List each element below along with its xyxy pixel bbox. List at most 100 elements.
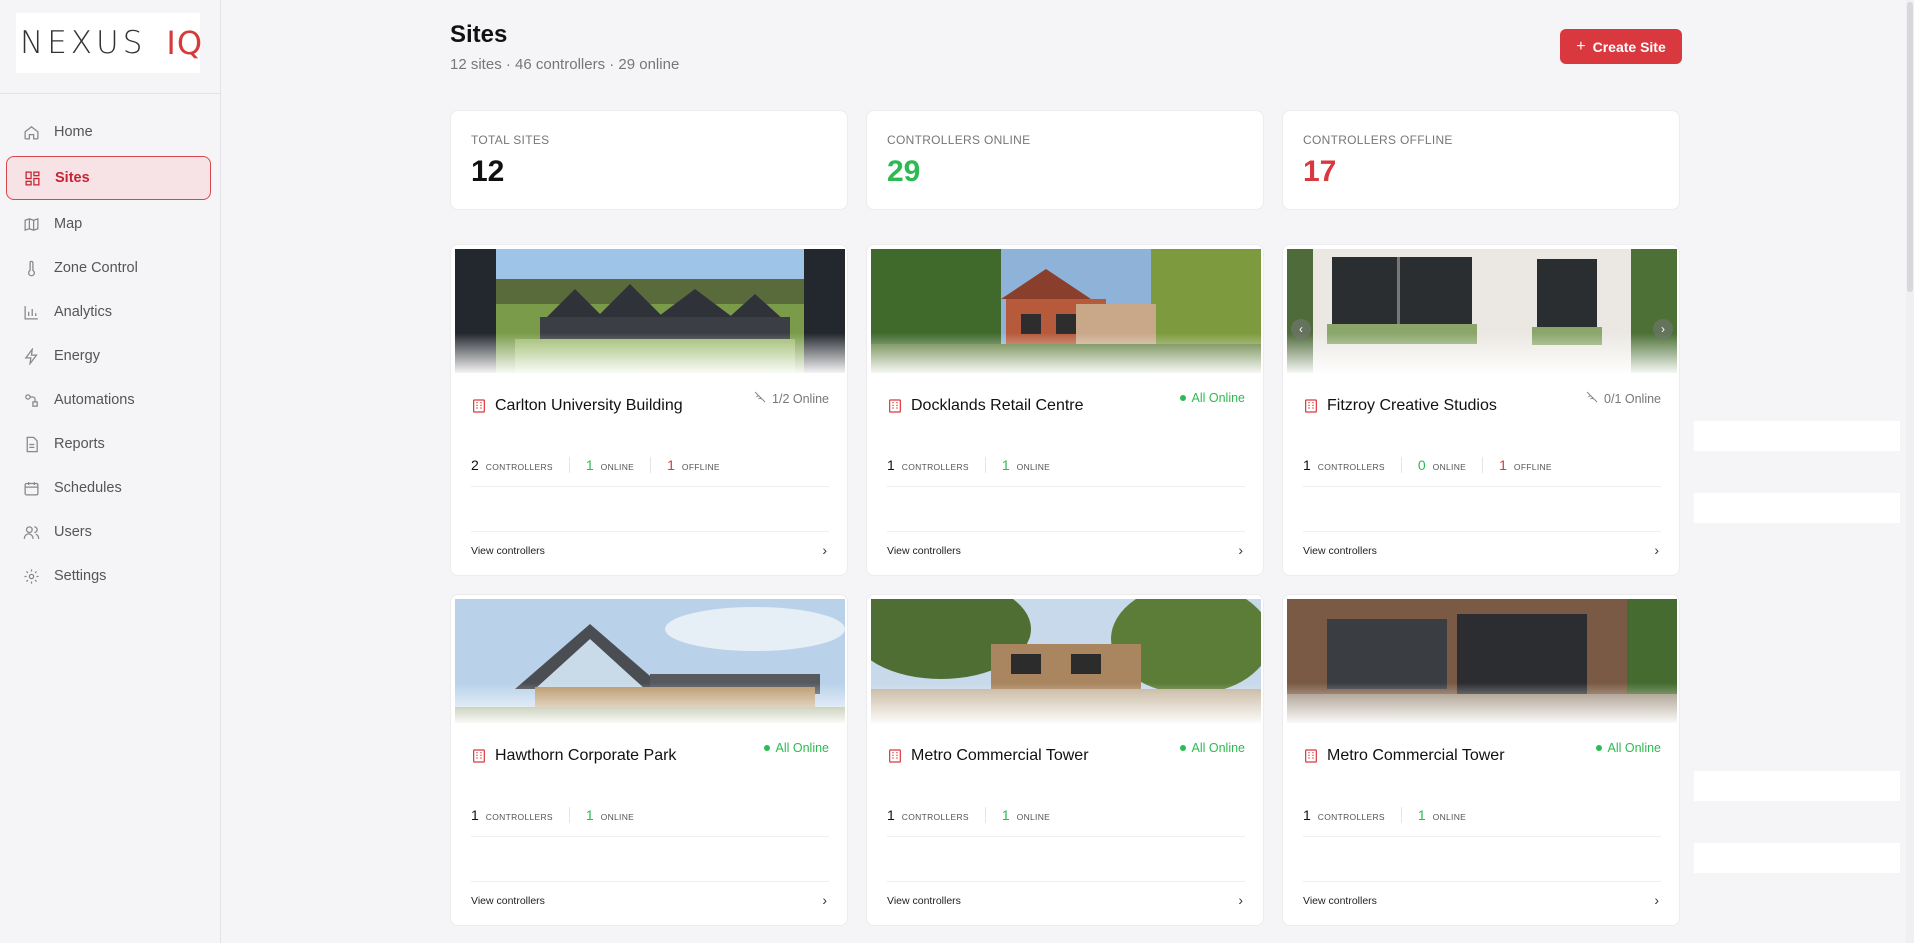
site-card[interactable]: ‹ › Fitzroy Creative Studios 0/1 Online … [1282,244,1680,576]
sidebar-item-label: Energy [54,348,100,364]
sidebar-item-automations[interactable]: Automations [6,378,211,422]
sidebar-item-map[interactable]: Map [6,202,211,246]
online-dot-icon [1179,745,1186,751]
plus-icon: + [1576,37,1586,55]
site-name[interactable]: Fitzroy Creative Studios [1327,397,1497,415]
sidebar-item-label: Schedules [54,480,122,496]
sidebar-item-label: Home [54,124,93,140]
logo-nexus-text: NEXUS [20,25,147,61]
chevron-right-icon[interactable]: › [1238,542,1243,558]
site-metrics: 1 CONTROLLERS 1 ONLINE [471,807,666,823]
sidebar-item-analytics[interactable]: Analytics [6,290,211,334]
site-status: All Online [763,741,829,755]
metric-value: 1 [1499,457,1507,473]
stat-value: 12 [471,155,505,188]
chevron-right-icon[interactable]: › [822,542,827,558]
view-controllers-link[interactable]: View controllers [471,545,545,557]
metric-value: 1 [585,807,594,823]
thermometer-icon [22,259,40,277]
site-card[interactable]: Metro Commercial Tower All Online 1 CONTR… [1282,594,1680,926]
scrollbar-thumb[interactable] [1907,2,1913,292]
chevron-right-icon[interactable]: › [822,892,827,908]
chevron-right-icon[interactable]: › [1654,542,1659,558]
wifi-off-icon [754,391,766,406]
site-name[interactable]: Docklands Retail Centre [911,397,1084,415]
card-divider [1303,836,1661,837]
metric-value: 1 [887,807,895,823]
site-name[interactable]: Carlton University Building [495,397,683,415]
site-metrics: 1 CONTROLLERS 1 ONLINE [887,807,1082,823]
site-status: All Online [1179,391,1245,405]
logo-iq-text: IQ [166,24,204,62]
sidebar-item-home[interactable]: Home [6,110,211,154]
chevron-right-icon[interactable]: › [1653,319,1673,339]
metric-online: 1 ONLINE [1418,807,1482,823]
sidebar-item-reports[interactable]: Reports [6,422,211,466]
grid-icon [23,169,41,187]
metric-label: CONTROLLERS [1317,812,1385,822]
sidebar-divider [0,93,221,94]
building-icon [887,748,904,765]
site-status: All Online [1595,741,1661,755]
metric-value: 1 [1001,807,1010,823]
sidebar-item-sites[interactable]: Sites [6,156,211,200]
sidebar-item-label: Map [54,216,83,232]
home-icon [22,123,40,141]
site-card[interactable]: Carlton University Building 1/2 Online 2… [450,244,848,576]
create-site-button[interactable]: + Create Site [1560,29,1682,64]
stat-total-sites: TOTAL SITES 12 [450,110,848,210]
site-status: All Online [1179,741,1245,755]
site-metrics: 1 CONTROLLERS 1 ONLINE [887,457,1082,473]
metric-offline: 1 OFFLINE [667,457,736,473]
site-status-text: 0/1 Online [1604,391,1661,406]
stat-label: CONTROLLERS OFFLINE [1303,133,1453,147]
metric-controllers: 1 CONTROLLERS [1303,807,1402,823]
metric-controllers: 1 CONTROLLERS [1303,457,1402,473]
sidebar-item-users[interactable]: Users [6,510,211,554]
card-divider [471,881,829,882]
site-metrics: 1 CONTROLLERS 0 ONLINE 1 OFFLINE [1303,457,1584,473]
view-controllers-link[interactable]: View controllers [887,895,961,907]
site-image [871,249,1261,373]
stat-label: CONTROLLERS ONLINE [887,133,1031,147]
metric-label: OFFLINE [1513,462,1552,472]
metric-value: 0 [1417,457,1426,473]
page-scrollbar[interactable] [1906,0,1914,943]
view-controllers-link[interactable]: View controllers [887,545,961,557]
metric-online: 0 ONLINE [1417,457,1484,473]
document-icon [22,435,40,453]
chevron-right-icon[interactable]: › [1238,892,1243,908]
sidebar-item-schedules[interactable]: Schedules [6,466,211,510]
page-title: Sites [450,21,508,48]
site-name[interactable]: Metro Commercial Tower [1327,747,1505,765]
metric-controllers: 1 CONTROLLERS [471,807,570,823]
stat-value: 29 [887,155,921,188]
view-controllers-link[interactable]: View controllers [1303,545,1377,557]
users-icon [22,523,40,541]
site-name[interactable]: Metro Commercial Tower [911,747,1089,765]
site-name[interactable]: Hawthorn Corporate Park [495,747,676,765]
building-icon [1303,398,1320,415]
metric-label: OFFLINE [681,462,720,472]
overlay-strip [1694,843,1900,873]
sidebar-item-settings[interactable]: Settings [6,554,211,598]
logo[interactable]: NEXUS IQ [16,13,204,73]
metric-label: ONLINE [600,462,635,472]
view-controllers-link[interactable]: View controllers [1303,895,1377,907]
online-dot-icon [1179,395,1186,401]
site-card[interactable]: Metro Commercial Tower All Online 1 CONTR… [866,594,1264,926]
chevron-right-icon[interactable]: › [1654,892,1659,908]
metric-online: 1 ONLINE [586,807,650,823]
site-card[interactable]: Docklands Retail Centre All Online 1 CONT… [866,244,1264,576]
chevron-left-icon[interactable]: ‹ [1291,319,1311,339]
site-card[interactable]: Hawthorn Corporate Park All Online 1 CONT… [450,594,848,926]
building-icon [471,398,488,415]
view-controllers-link[interactable]: View controllers [471,895,545,907]
metric-online: 1 ONLINE [585,457,652,473]
metric-value: 1 [471,807,479,823]
sidebar-item-zone-control[interactable]: Zone Control [6,246,211,290]
metric-value: 1 [585,457,594,473]
stat-controllers-offline: CONTROLLERS OFFLINE 17 [1282,110,1680,210]
sidebar-item-energy[interactable]: Energy [6,334,211,378]
stat-label: TOTAL SITES [471,133,550,147]
